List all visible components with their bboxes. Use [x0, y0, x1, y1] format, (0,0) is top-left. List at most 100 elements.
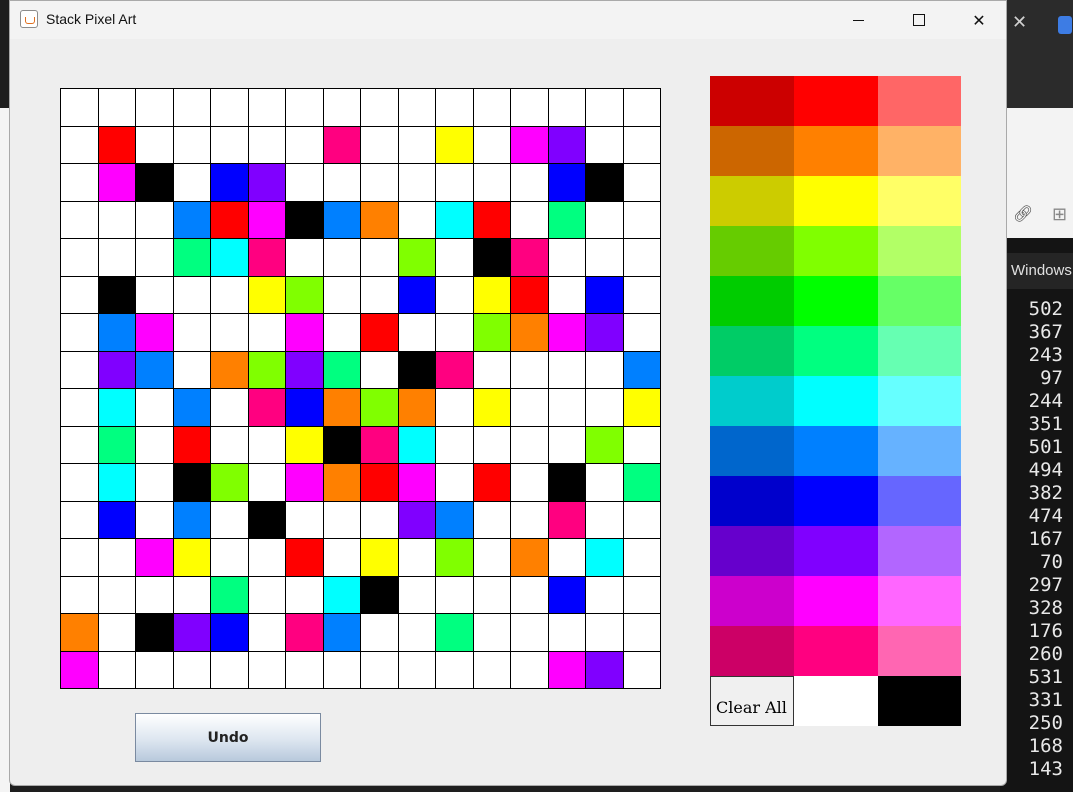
grid-cell[interactable]	[248, 89, 286, 127]
color-swatch[interactable]	[710, 626, 794, 676]
grid-cell[interactable]	[211, 89, 249, 127]
grid-cell[interactable]	[173, 89, 211, 127]
grid-cell[interactable]	[548, 276, 586, 314]
grid-cell[interactable]	[398, 501, 436, 539]
grid-cell[interactable]	[361, 651, 399, 689]
grid-cell[interactable]	[248, 426, 286, 464]
grid-cell[interactable]	[136, 314, 174, 352]
grid-cell[interactable]	[211, 314, 249, 352]
grid-cell[interactable]	[136, 501, 174, 539]
grid-cell[interactable]	[211, 501, 249, 539]
grid-cell[interactable]	[586, 614, 624, 652]
grid-cell[interactable]	[136, 426, 174, 464]
grid-cell[interactable]	[436, 426, 474, 464]
grid-cell[interactable]	[323, 239, 361, 277]
grid-cell[interactable]	[211, 239, 249, 277]
grid-cell[interactable]	[323, 614, 361, 652]
grid-cell[interactable]	[623, 164, 661, 202]
grid-cell[interactable]	[136, 576, 174, 614]
color-swatch[interactable]	[878, 126, 961, 176]
grid-cell[interactable]	[173, 389, 211, 427]
grid-cell[interactable]	[61, 276, 99, 314]
grid-cell[interactable]	[548, 464, 586, 502]
grid-cell[interactable]	[398, 276, 436, 314]
grid-cell[interactable]	[436, 389, 474, 427]
grid-cell[interactable]	[436, 651, 474, 689]
grid-cell[interactable]	[511, 201, 549, 239]
grid-cell[interactable]	[61, 89, 99, 127]
grid-cell[interactable]	[586, 651, 624, 689]
grid-cell[interactable]	[211, 614, 249, 652]
grid-cell[interactable]	[136, 464, 174, 502]
grid-cell[interactable]	[286, 389, 324, 427]
grid-cell[interactable]	[211, 464, 249, 502]
grid-cell[interactable]	[323, 314, 361, 352]
color-swatch[interactable]	[794, 376, 878, 426]
grid-cell[interactable]	[61, 239, 99, 277]
grid-cell[interactable]	[548, 651, 586, 689]
grid-cell[interactable]	[248, 126, 286, 164]
grid-cell[interactable]	[623, 276, 661, 314]
grid-cell[interactable]	[398, 126, 436, 164]
grid-cell[interactable]	[623, 576, 661, 614]
grid-cell[interactable]	[586, 201, 624, 239]
grid-cell[interactable]	[473, 314, 511, 352]
grid-cell[interactable]	[473, 501, 511, 539]
grid-cell[interactable]	[473, 576, 511, 614]
grid-cell[interactable]	[61, 314, 99, 352]
grid-cell[interactable]	[61, 389, 99, 427]
color-swatch[interactable]	[794, 76, 878, 126]
grid-cell[interactable]	[173, 314, 211, 352]
grid-cell[interactable]	[436, 464, 474, 502]
grid-cell[interactable]	[61, 539, 99, 577]
grid-cell[interactable]	[248, 314, 286, 352]
color-swatch[interactable]	[794, 126, 878, 176]
grid-cell[interactable]	[98, 426, 136, 464]
grid-cell[interactable]	[286, 576, 324, 614]
grid-cell[interactable]	[323, 426, 361, 464]
grid-cell[interactable]	[211, 576, 249, 614]
grid-cell[interactable]	[173, 276, 211, 314]
grid-cell[interactable]	[211, 389, 249, 427]
color-swatch[interactable]	[878, 526, 961, 576]
grid-cell[interactable]	[173, 501, 211, 539]
grid-cell[interactable]	[548, 164, 586, 202]
grid-cell[interactable]	[586, 539, 624, 577]
grid-cell[interactable]	[586, 389, 624, 427]
grid-cell[interactable]	[623, 651, 661, 689]
color-swatch[interactable]	[878, 426, 961, 476]
grid-cell[interactable]	[398, 651, 436, 689]
color-swatch[interactable]	[710, 376, 794, 426]
grid-cell[interactable]	[323, 389, 361, 427]
grid-cell[interactable]	[623, 539, 661, 577]
grid-cell[interactable]	[398, 389, 436, 427]
grid-cell[interactable]	[398, 89, 436, 127]
grid-cell[interactable]	[61, 426, 99, 464]
color-swatch[interactable]	[710, 526, 794, 576]
grid-cell[interactable]	[136, 239, 174, 277]
grid-cell[interactable]	[548, 539, 586, 577]
grid-cell[interactable]	[98, 89, 136, 127]
grid-cell[interactable]	[98, 276, 136, 314]
grid-cell[interactable]	[136, 164, 174, 202]
grid-cell[interactable]	[61, 614, 99, 652]
color-swatch[interactable]	[878, 476, 961, 526]
grid-cell[interactable]	[211, 539, 249, 577]
grid-cell[interactable]	[286, 501, 324, 539]
grid-cell[interactable]	[211, 164, 249, 202]
grid-cell[interactable]	[586, 501, 624, 539]
color-swatch[interactable]	[710, 576, 794, 626]
grid-cell[interactable]	[398, 426, 436, 464]
grid-cell[interactable]	[586, 126, 624, 164]
grid-cell[interactable]	[248, 164, 286, 202]
grid-cell[interactable]	[473, 164, 511, 202]
grid-cell[interactable]	[323, 164, 361, 202]
grid-cell[interactable]	[511, 276, 549, 314]
grid-cell[interactable]	[511, 164, 549, 202]
undo-button[interactable]: Undo	[135, 713, 321, 762]
grid-cell[interactable]	[286, 276, 324, 314]
grid-cell[interactable]	[361, 201, 399, 239]
grid-cell[interactable]	[398, 614, 436, 652]
grid-cell[interactable]	[398, 351, 436, 389]
grid-cell[interactable]	[511, 539, 549, 577]
